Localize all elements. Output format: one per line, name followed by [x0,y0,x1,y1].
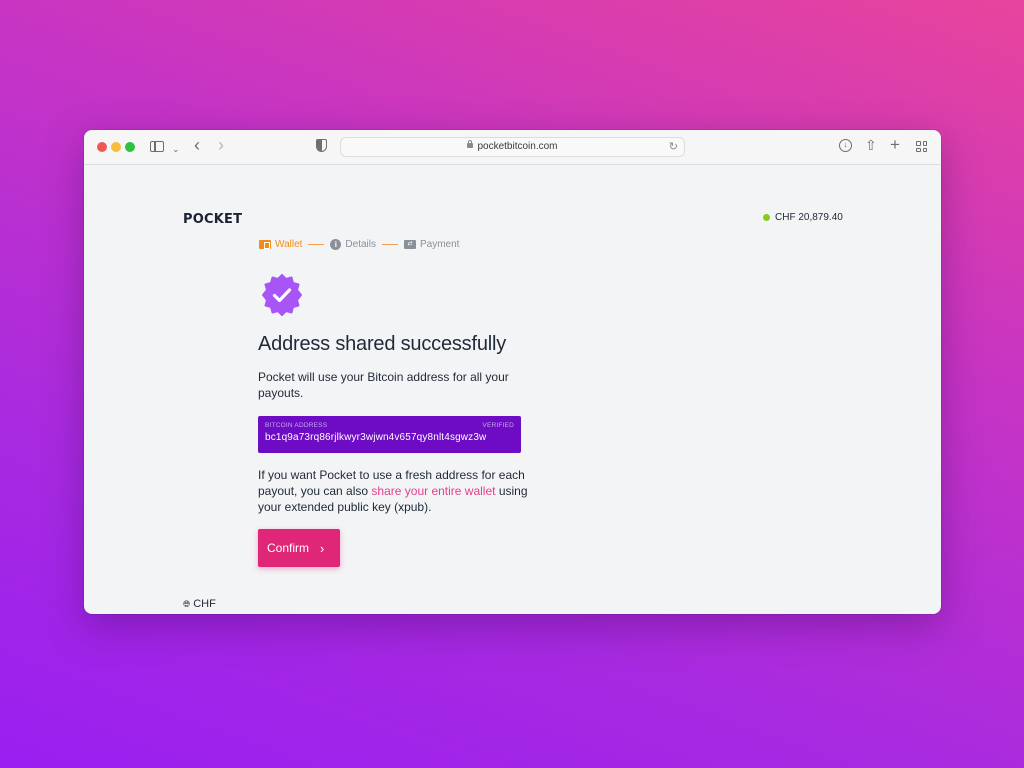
chevron-down-icon[interactable]: ⌄ [172,140,180,158]
bitcoin-address-value[interactable]: bc1q9a73rq86rjlkwyr3wjwn4v657qy8nlt4sgwz… [265,432,514,443]
confirm-button[interactable]: Confirm › [258,529,340,567]
address-bar[interactable]: pocketbitcoin.com ↻ [340,137,685,157]
currency-label: CHF [193,598,216,610]
new-tab-icon[interactable]: + [890,136,900,154]
step-label: Payment [420,239,460,250]
step-divider [308,244,325,245]
back-icon[interactable]: ‹ [194,136,200,154]
step-payment: ⇄ Payment [404,239,459,250]
download-icon[interactable]: ↓ [839,139,852,152]
url-text: pocketbitcoin.com [477,141,558,152]
balance-text: CHF 20,879.40 [775,212,843,223]
lock-icon [467,139,474,148]
chevron-right-icon: › [320,540,325,556]
close-window-button[interactable] [97,142,107,152]
globe-icon: 🌐︎ [183,598,191,609]
wallet-icon [259,240,271,249]
step-divider [382,244,398,245]
verified-badge: VERIFIED [482,422,514,429]
step-label: Details [345,239,376,250]
bitcoin-address-box[interactable]: BITCOIN ADDRESS VERIFIED bc1q9a73rq86rjl… [258,416,521,453]
confirm-label: Confirm [267,541,310,555]
browser-window: ⌄ ‹ › pocketbitcoin.com ↻ ↓ ⇧ + POCKET C… [84,130,941,614]
step-wallet: Wallet [259,239,302,250]
step-label: Wallet [275,239,303,250]
verified-badge-icon [262,274,302,316]
tab-overview-icon[interactable] [916,141,927,152]
sidebar-icon[interactable] [150,141,164,152]
forward-icon[interactable]: › [218,136,224,154]
minimize-window-button[interactable] [111,142,121,152]
shield-icon[interactable] [316,139,327,152]
progress-steps: Wallet i Details ⇄ Payment [259,239,459,250]
info-icon: i [330,239,342,250]
status-dot-icon [763,214,770,221]
step-details: i Details [330,239,376,250]
page-title: Address shared successfully [258,333,507,355]
share-wallet-link[interactable]: share your entire wallet [371,484,495,498]
balance-display: CHF 20,879.40 [763,212,843,223]
description-text: Pocket will use your Bitcoin address for… [258,370,509,400]
browser-toolbar: ⌄ ‹ › pocketbitcoin.com ↻ ↓ ⇧ + [84,130,941,165]
share-icon[interactable]: ⇧ [865,136,877,154]
page-content: POCKET CHF 20,879.40 Wallet i Details ⇄ … [84,165,941,614]
reload-icon[interactable]: ↻ [669,138,678,156]
xpub-info-text: If you want Pocket to use a fresh addres… [258,467,528,515]
pocket-logo[interactable]: POCKET [183,212,242,227]
address-label: BITCOIN ADDRESS [265,422,328,429]
maximize-window-button[interactable] [125,142,135,152]
currency-selector[interactable]: 🌐︎ CHF [183,598,216,610]
payment-icon: ⇄ [404,240,416,249]
